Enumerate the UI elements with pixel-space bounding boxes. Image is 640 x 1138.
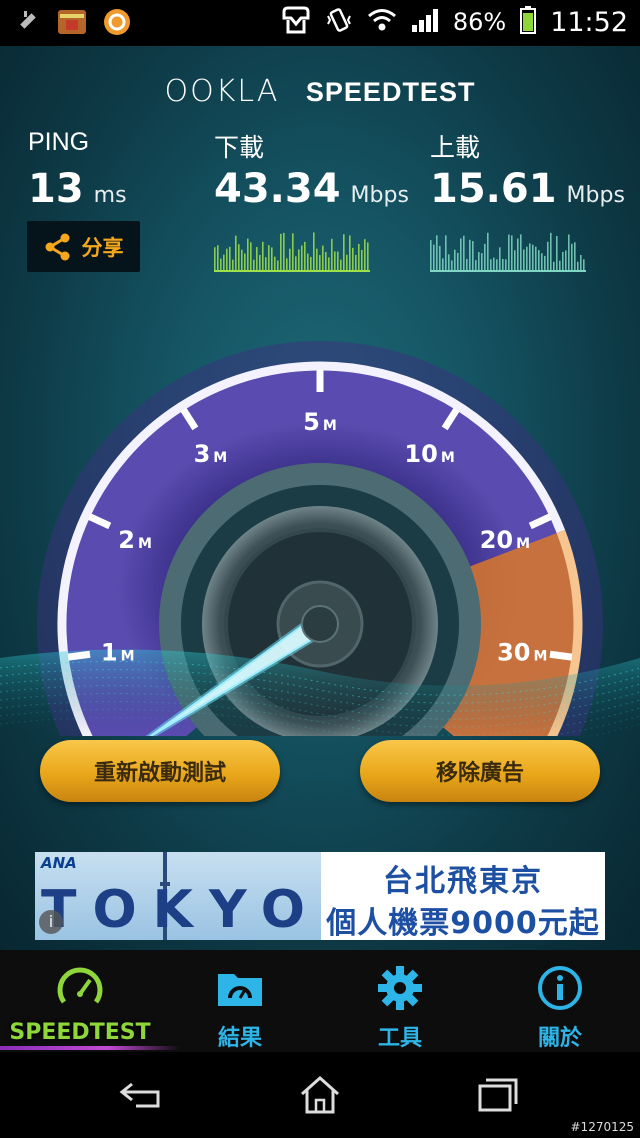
signal-icon: [411, 7, 439, 37]
upload-number: 15.61: [430, 166, 557, 212]
upload-label: 上載: [430, 134, 481, 162]
gauge-tick-mark: [549, 650, 573, 661]
ad-line-2: 個人機票9000元起: [326, 906, 600, 940]
system-nav-bar: #1270125: [0, 1052, 640, 1138]
nfc-icon: [281, 6, 311, 38]
download-label: 下載: [214, 134, 265, 162]
ad-banner[interactable]: ANA TOKYO i 台北飛東京 個人機票9000元起: [35, 852, 605, 940]
ookla-logo-text: OOKLA: [164, 74, 280, 109]
ad-brand: ANA: [41, 854, 77, 872]
tab-results-label: 結果: [217, 1026, 262, 1051]
ping-label: PING: [28, 128, 90, 156]
ad-headline: TOKYO: [41, 880, 321, 940]
clock: 11:52: [550, 6, 628, 38]
vibrate-icon: [325, 6, 353, 38]
ping-unit: ms: [93, 183, 127, 208]
remove-ads-label: 移除廣告: [435, 761, 524, 786]
tab-about[interactable]: 關於: [480, 950, 640, 1052]
download-number: 43.34: [214, 166, 341, 212]
gear-icon: [378, 966, 422, 1010]
restart-test-button[interactable]: 重新啟動測試: [40, 740, 280, 802]
ping-value: 13 ms: [28, 166, 127, 212]
results-folder-icon: [218, 974, 262, 1006]
gauge-tick-mark: [67, 650, 91, 661]
recent-apps-icon[interactable]: [476, 1074, 520, 1114]
sync-app-icon: [102, 7, 132, 41]
home-icon[interactable]: [298, 1074, 342, 1116]
battery-percent: 86%: [452, 8, 507, 36]
tab-about-label: 關於: [537, 1026, 582, 1051]
tab-tools[interactable]: 工具: [320, 950, 480, 1052]
ad-line-1: 台北飛東京: [383, 864, 543, 899]
ping-number: 13: [28, 166, 84, 212]
upload-sparkline: [430, 232, 586, 272]
download-sparkline: [214, 232, 370, 272]
gauge-hub: [301, 605, 339, 643]
ad-image: ANA TOKYO i: [35, 852, 321, 940]
tab-results[interactable]: 結果: [160, 950, 320, 1052]
info-icon: [538, 966, 582, 1010]
tab-tools-label: 工具: [377, 1026, 422, 1051]
restart-test-label: 重新啟動測試: [93, 761, 226, 786]
speed-gauge: 01M2M3M5M10M20M30M50M: [0, 341, 640, 736]
bottom-tab-bar: SPEEDTEST 結果 工具 關於: [0, 950, 640, 1052]
remove-ads-button[interactable]: 移除廣告: [360, 740, 600, 802]
upload-value: 15.61 Mbps: [430, 166, 625, 212]
active-tab-indicator: [0, 1046, 180, 1050]
back-icon[interactable]: [118, 1074, 166, 1114]
wifi-icon: [367, 7, 397, 37]
share-label: 分享: [81, 235, 124, 260]
speedtest-logo-text: SPEEDTEST: [305, 77, 476, 107]
speedometer-icon: [57, 967, 103, 1004]
tab-speedtest[interactable]: SPEEDTEST: [0, 950, 180, 1052]
share-button[interactable]: 分享: [27, 221, 140, 272]
download-unit: Mbps: [350, 183, 409, 208]
speedtest-screen: OOKLA SPEEDTEST PING 下載 上載 13 ms 43.34 Mbp…: [0, 46, 640, 950]
download-value: 43.34 Mbps: [214, 166, 409, 212]
upload-unit: Mbps: [566, 183, 625, 208]
app-logo: OOKLA SPEEDTEST: [0, 74, 640, 109]
usb-debug-icon: [14, 8, 42, 40]
app-notification-icon: [56, 6, 88, 42]
share-icon: [45, 233, 69, 260]
tab-speedtest-label: SPEEDTEST: [9, 1020, 151, 1045]
ad-info-icon[interactable]: i: [39, 910, 63, 934]
gauge-dial: [0, 341, 640, 736]
battery-icon: [520, 6, 537, 38]
status-bar: 86% 11:52: [0, 0, 640, 46]
watermark: #1270125: [570, 1120, 635, 1134]
